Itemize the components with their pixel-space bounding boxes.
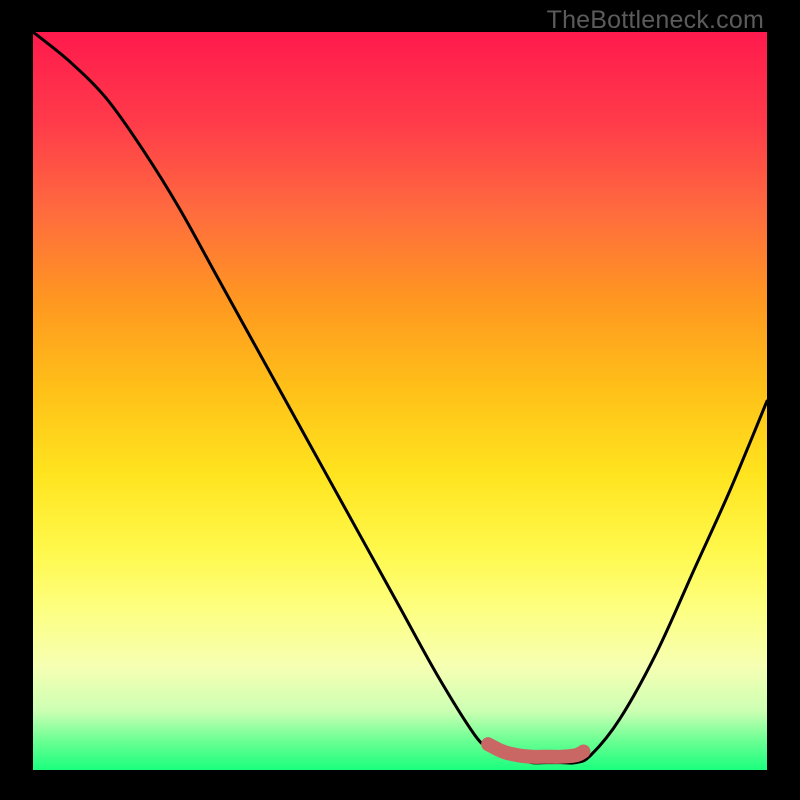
chart-svg — [33, 32, 767, 770]
optimal-band-line — [488, 744, 583, 757]
bottleneck-curve — [33, 32, 767, 763]
plot-area — [33, 32, 767, 770]
chart-frame: TheBottleneck.com — [0, 0, 800, 800]
watermark-text: TheBottleneck.com — [547, 6, 764, 35]
